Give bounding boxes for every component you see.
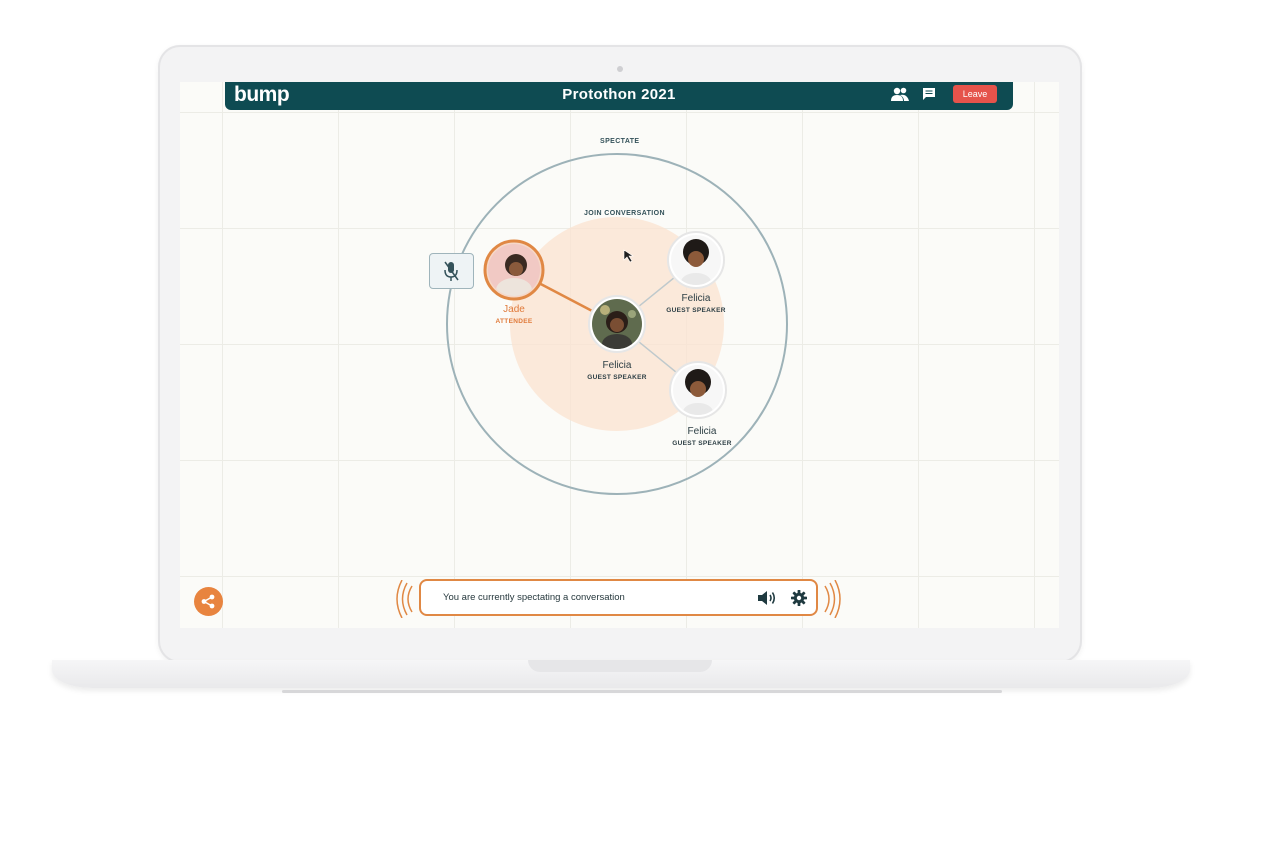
participant-role: GUEST SPEAKER bbox=[587, 374, 647, 381]
avatar-felicia-bottom[interactable] bbox=[669, 361, 727, 421]
participant-role: ATTENDEE bbox=[495, 318, 533, 325]
participant-name: Felicia bbox=[681, 293, 711, 304]
top-bar: bump Protothon 2021 Leave bbox=[225, 82, 1013, 110]
people-icon[interactable] bbox=[891, 86, 909, 102]
laptop-notch bbox=[528, 660, 712, 672]
sound-wave-right-icon bbox=[824, 580, 841, 618]
muted-mic-indicator[interactable] bbox=[429, 253, 474, 289]
spectate-label: SPECTATE bbox=[600, 138, 640, 145]
avatar-felicia-center[interactable] bbox=[588, 295, 646, 354]
share-button[interactable] bbox=[194, 587, 223, 616]
share-icon bbox=[201, 594, 215, 609]
participant-role: GUEST SPEAKER bbox=[672, 440, 732, 447]
participant-name: Jade bbox=[503, 304, 525, 315]
leave-button[interactable]: Leave bbox=[953, 85, 997, 103]
join-conversation-label: JOIN CONVERSATION bbox=[584, 210, 665, 217]
participant-name: Felicia bbox=[602, 360, 632, 371]
mic-off-icon bbox=[444, 261, 459, 281]
camera-dot bbox=[617, 66, 623, 72]
gear-icon[interactable] bbox=[791, 590, 807, 606]
app-screen: SPECTATE JOIN CONVERSATION Jade ATTENDEE… bbox=[180, 82, 1059, 628]
conversation-map bbox=[446, 153, 788, 495]
volume-icon[interactable] bbox=[757, 590, 777, 606]
participant-name: Felicia bbox=[687, 426, 717, 437]
spectate-status-text: You are currently spectating a conversat… bbox=[443, 592, 625, 603]
spectate-status-bar: You are currently spectating a conversat… bbox=[419, 579, 818, 616]
participant-role: GUEST SPEAKER bbox=[666, 307, 726, 314]
sound-wave-left-icon bbox=[396, 580, 413, 618]
laptop-shadow bbox=[282, 690, 1002, 693]
chat-icon[interactable] bbox=[922, 87, 936, 101]
